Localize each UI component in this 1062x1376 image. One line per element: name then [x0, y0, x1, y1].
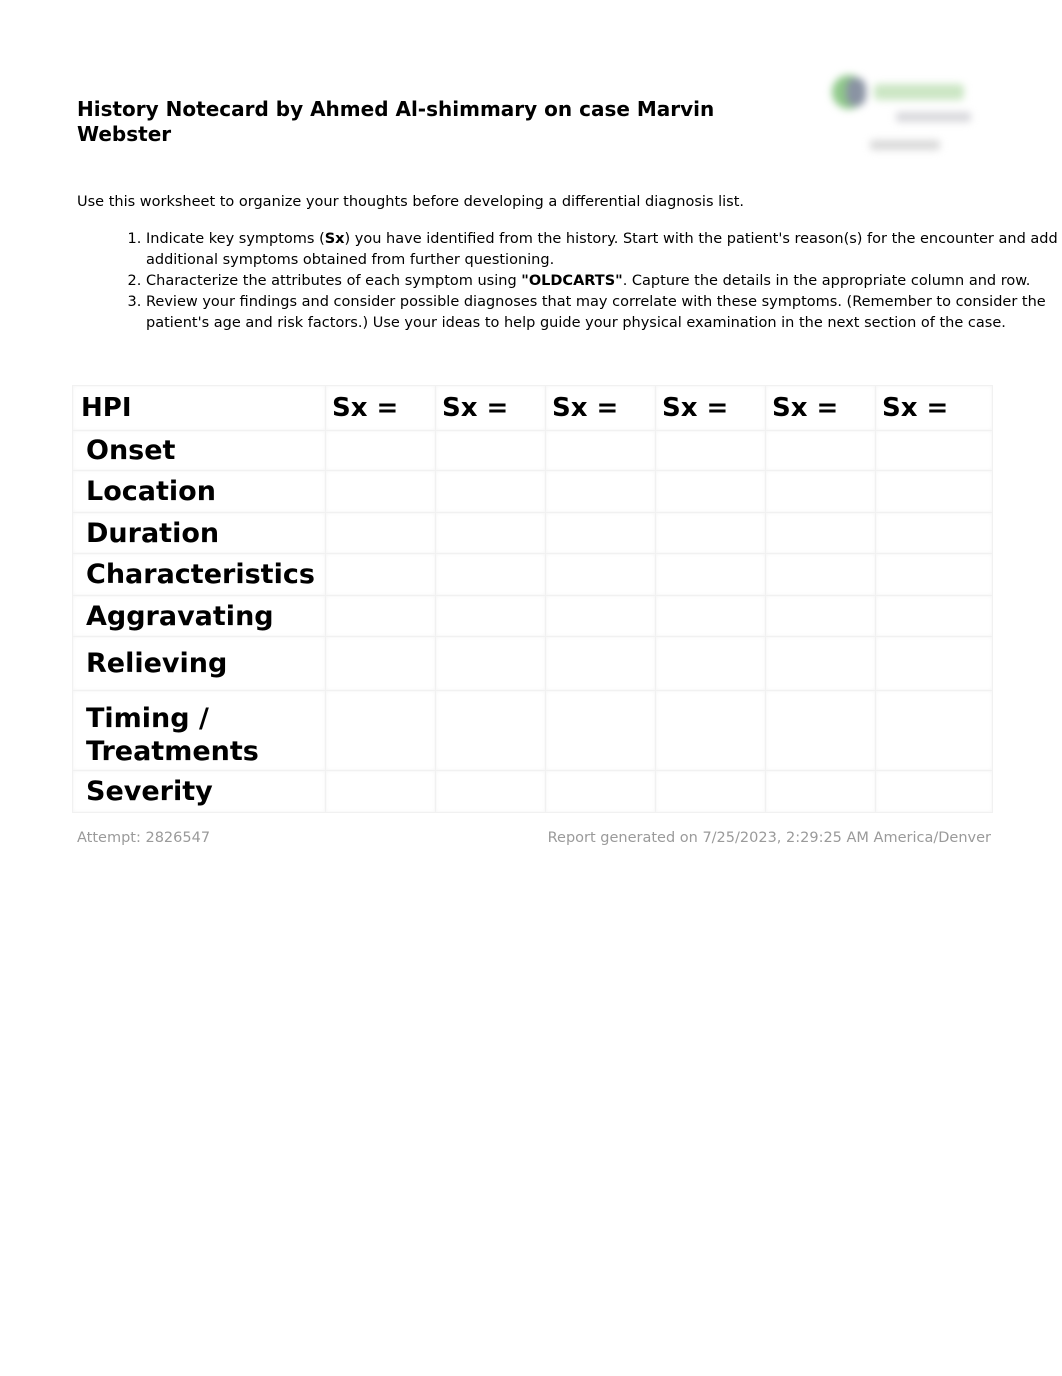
step-text: . Capture the details in the appropriate…: [622, 273, 1031, 289]
attempt-id: Attempt: 2826547: [77, 830, 211, 846]
symptom-cell: [325, 430, 436, 471]
symptom-cell: [545, 553, 656, 596]
symptom-cell: [435, 470, 546, 513]
row-label: Onset: [72, 430, 326, 471]
row-label: Duration: [72, 512, 326, 554]
table-row: Relieving: [72, 636, 993, 691]
step-emphasis: Sx: [324, 231, 345, 247]
symptom-cell: [875, 595, 993, 637]
row-label: Relieving: [72, 636, 326, 691]
symptom-cell: [435, 430, 546, 471]
instruction-step: Review your findings and consider possib…: [146, 292, 1062, 334]
symptom-cell: [325, 636, 436, 691]
hpi-header: HPI: [72, 385, 326, 431]
symptom-cell: [435, 595, 546, 637]
symptom-cell: [435, 553, 546, 596]
hpi-table-container: HPI Sx = Sx = Sx = Sx = Sx = Sx = Onset L…: [72, 385, 993, 815]
symptom-cell: [545, 770, 656, 813]
symptom-cell: [655, 553, 766, 596]
symptom-cell: [545, 430, 656, 471]
step-emphasis: "OLDCARTS": [521, 273, 623, 289]
symptom-cell: [875, 430, 993, 471]
organization-logo-icon: [826, 70, 976, 165]
symptom-cell: [765, 770, 876, 813]
symptom-cell: [545, 470, 656, 513]
symptom-cell: [325, 470, 436, 513]
table-row: Severity: [72, 770, 993, 813]
symptom-cell: [435, 690, 546, 771]
symptom-cell: [765, 595, 876, 637]
row-label: Severity: [72, 770, 326, 813]
symptom-cell: [765, 512, 876, 554]
table-row: Characteristics: [72, 553, 993, 596]
symptom-cell: [655, 430, 766, 471]
symptom-column-header: Sx =: [655, 385, 766, 431]
row-label: Aggravating: [72, 595, 326, 637]
symptom-column-header: Sx =: [875, 385, 993, 431]
logo-wordmark: [874, 84, 964, 100]
instruction-step: Indicate key symptoms (Sx) you have iden…: [146, 229, 1062, 271]
symptom-cell: [545, 690, 656, 771]
report-timestamp: Report generated on 7/25/2023, 2:29:25 A…: [547, 830, 991, 846]
symptom-cell: [765, 636, 876, 691]
symptom-cell: [435, 770, 546, 813]
instruction-step: Characterize the attributes of each symp…: [146, 271, 1062, 292]
table-header-row: HPI Sx = Sx = Sx = Sx = Sx = Sx =: [72, 385, 993, 431]
symptom-cell: [875, 770, 993, 813]
symptom-cell: [765, 470, 876, 513]
row-label: Location: [72, 470, 326, 513]
symptom-cell: [875, 690, 993, 771]
step-text: Review your findings and consider possib…: [146, 294, 1046, 331]
row-label: Characteristics: [72, 553, 326, 596]
symptom-cell: [875, 553, 993, 596]
row-label: Timing / Treatments: [72, 690, 326, 771]
hpi-table: HPI Sx = Sx = Sx = Sx = Sx = Sx = Onset L…: [72, 385, 993, 813]
table-row: Timing / Treatments: [72, 690, 993, 771]
symptom-cell: [875, 470, 993, 513]
table-row: Duration: [72, 512, 993, 554]
table-row: Aggravating: [72, 595, 993, 637]
symptom-cell: [655, 770, 766, 813]
symptom-cell: [325, 553, 436, 596]
symptom-cell: [765, 690, 876, 771]
symptom-cell: [655, 595, 766, 637]
table-row: Location: [72, 470, 993, 513]
step-text: Indicate key symptoms (: [146, 231, 325, 247]
symptom-cell: [655, 470, 766, 513]
logo-tagline: [870, 140, 940, 150]
symptom-cell: [435, 512, 546, 554]
table-row: Onset: [72, 430, 993, 471]
intro-text: Use this worksheet to organize your thou…: [77, 194, 745, 210]
symptom-cell: [655, 690, 766, 771]
symptom-cell: [545, 595, 656, 637]
symptom-cell: [765, 430, 876, 471]
symptom-cell: [655, 636, 766, 691]
logo-circle-inner: [846, 78, 866, 106]
symptom-cell: [545, 512, 656, 554]
symptom-cell: [545, 636, 656, 691]
symptom-cell: [325, 512, 436, 554]
symptom-cell: [325, 690, 436, 771]
symptom-cell: [435, 636, 546, 691]
symptom-column-header: Sx =: [435, 385, 546, 431]
symptom-column-header: Sx =: [325, 385, 436, 431]
symptom-column-header: Sx =: [545, 385, 656, 431]
symptom-cell: [875, 512, 993, 554]
symptom-cell: [325, 595, 436, 637]
page-title: History Notecard by Ahmed Al-shimmary on…: [77, 97, 715, 146]
symptom-cell: [875, 636, 993, 691]
instruction-list: Indicate key symptoms (Sx) you have iden…: [77, 229, 1062, 334]
symptom-cell: [325, 770, 436, 813]
symptom-cell: [765, 553, 876, 596]
symptom-column-header: Sx =: [765, 385, 876, 431]
step-text: Characterize the attributes of each symp…: [146, 273, 522, 289]
logo-subtitle: [896, 112, 971, 122]
symptom-cell: [655, 512, 766, 554]
